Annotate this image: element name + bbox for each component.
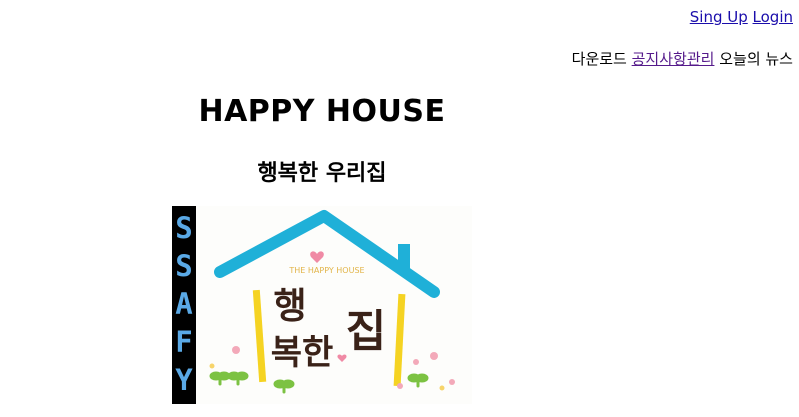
nav-download[interactable]: 다운로드 [572,50,627,68]
svg-text:F: F [175,325,192,359]
svg-text:S: S [175,211,192,245]
nav-notice-link[interactable]: 공지사항관리 [632,50,715,68]
nav-news[interactable]: 오늘의 뉴스 [719,50,793,68]
page-title: HAPPY HOUSE [198,94,446,129]
auth-links: Sing Up Login [690,8,793,26]
main-nav: 다운로드 공지사항관리 오늘의 뉴스 [572,48,793,69]
login-link[interactable]: Login [753,8,793,26]
banner-hand-text-1: 행 [273,285,306,327]
svg-text:A: A [175,287,192,321]
svg-text:S: S [175,249,192,283]
chimney [398,244,410,270]
banner-hand-text-2: 복한 [271,333,334,373]
signup-link[interactable]: Sing Up [690,8,748,26]
happy-house-banner-image: S S A F Y THE HAPPY HOUSE 행 복한 집 [172,206,472,404]
banner-caption: THE HAPPY HOUSE [288,266,364,275]
ssafy-letters: S S A F Y [175,211,193,397]
banner-hand-text-3: 집 [346,306,386,357]
page-subtitle: 행복한 우리집 [257,161,387,186]
svg-text:Y: Y [175,363,193,397]
